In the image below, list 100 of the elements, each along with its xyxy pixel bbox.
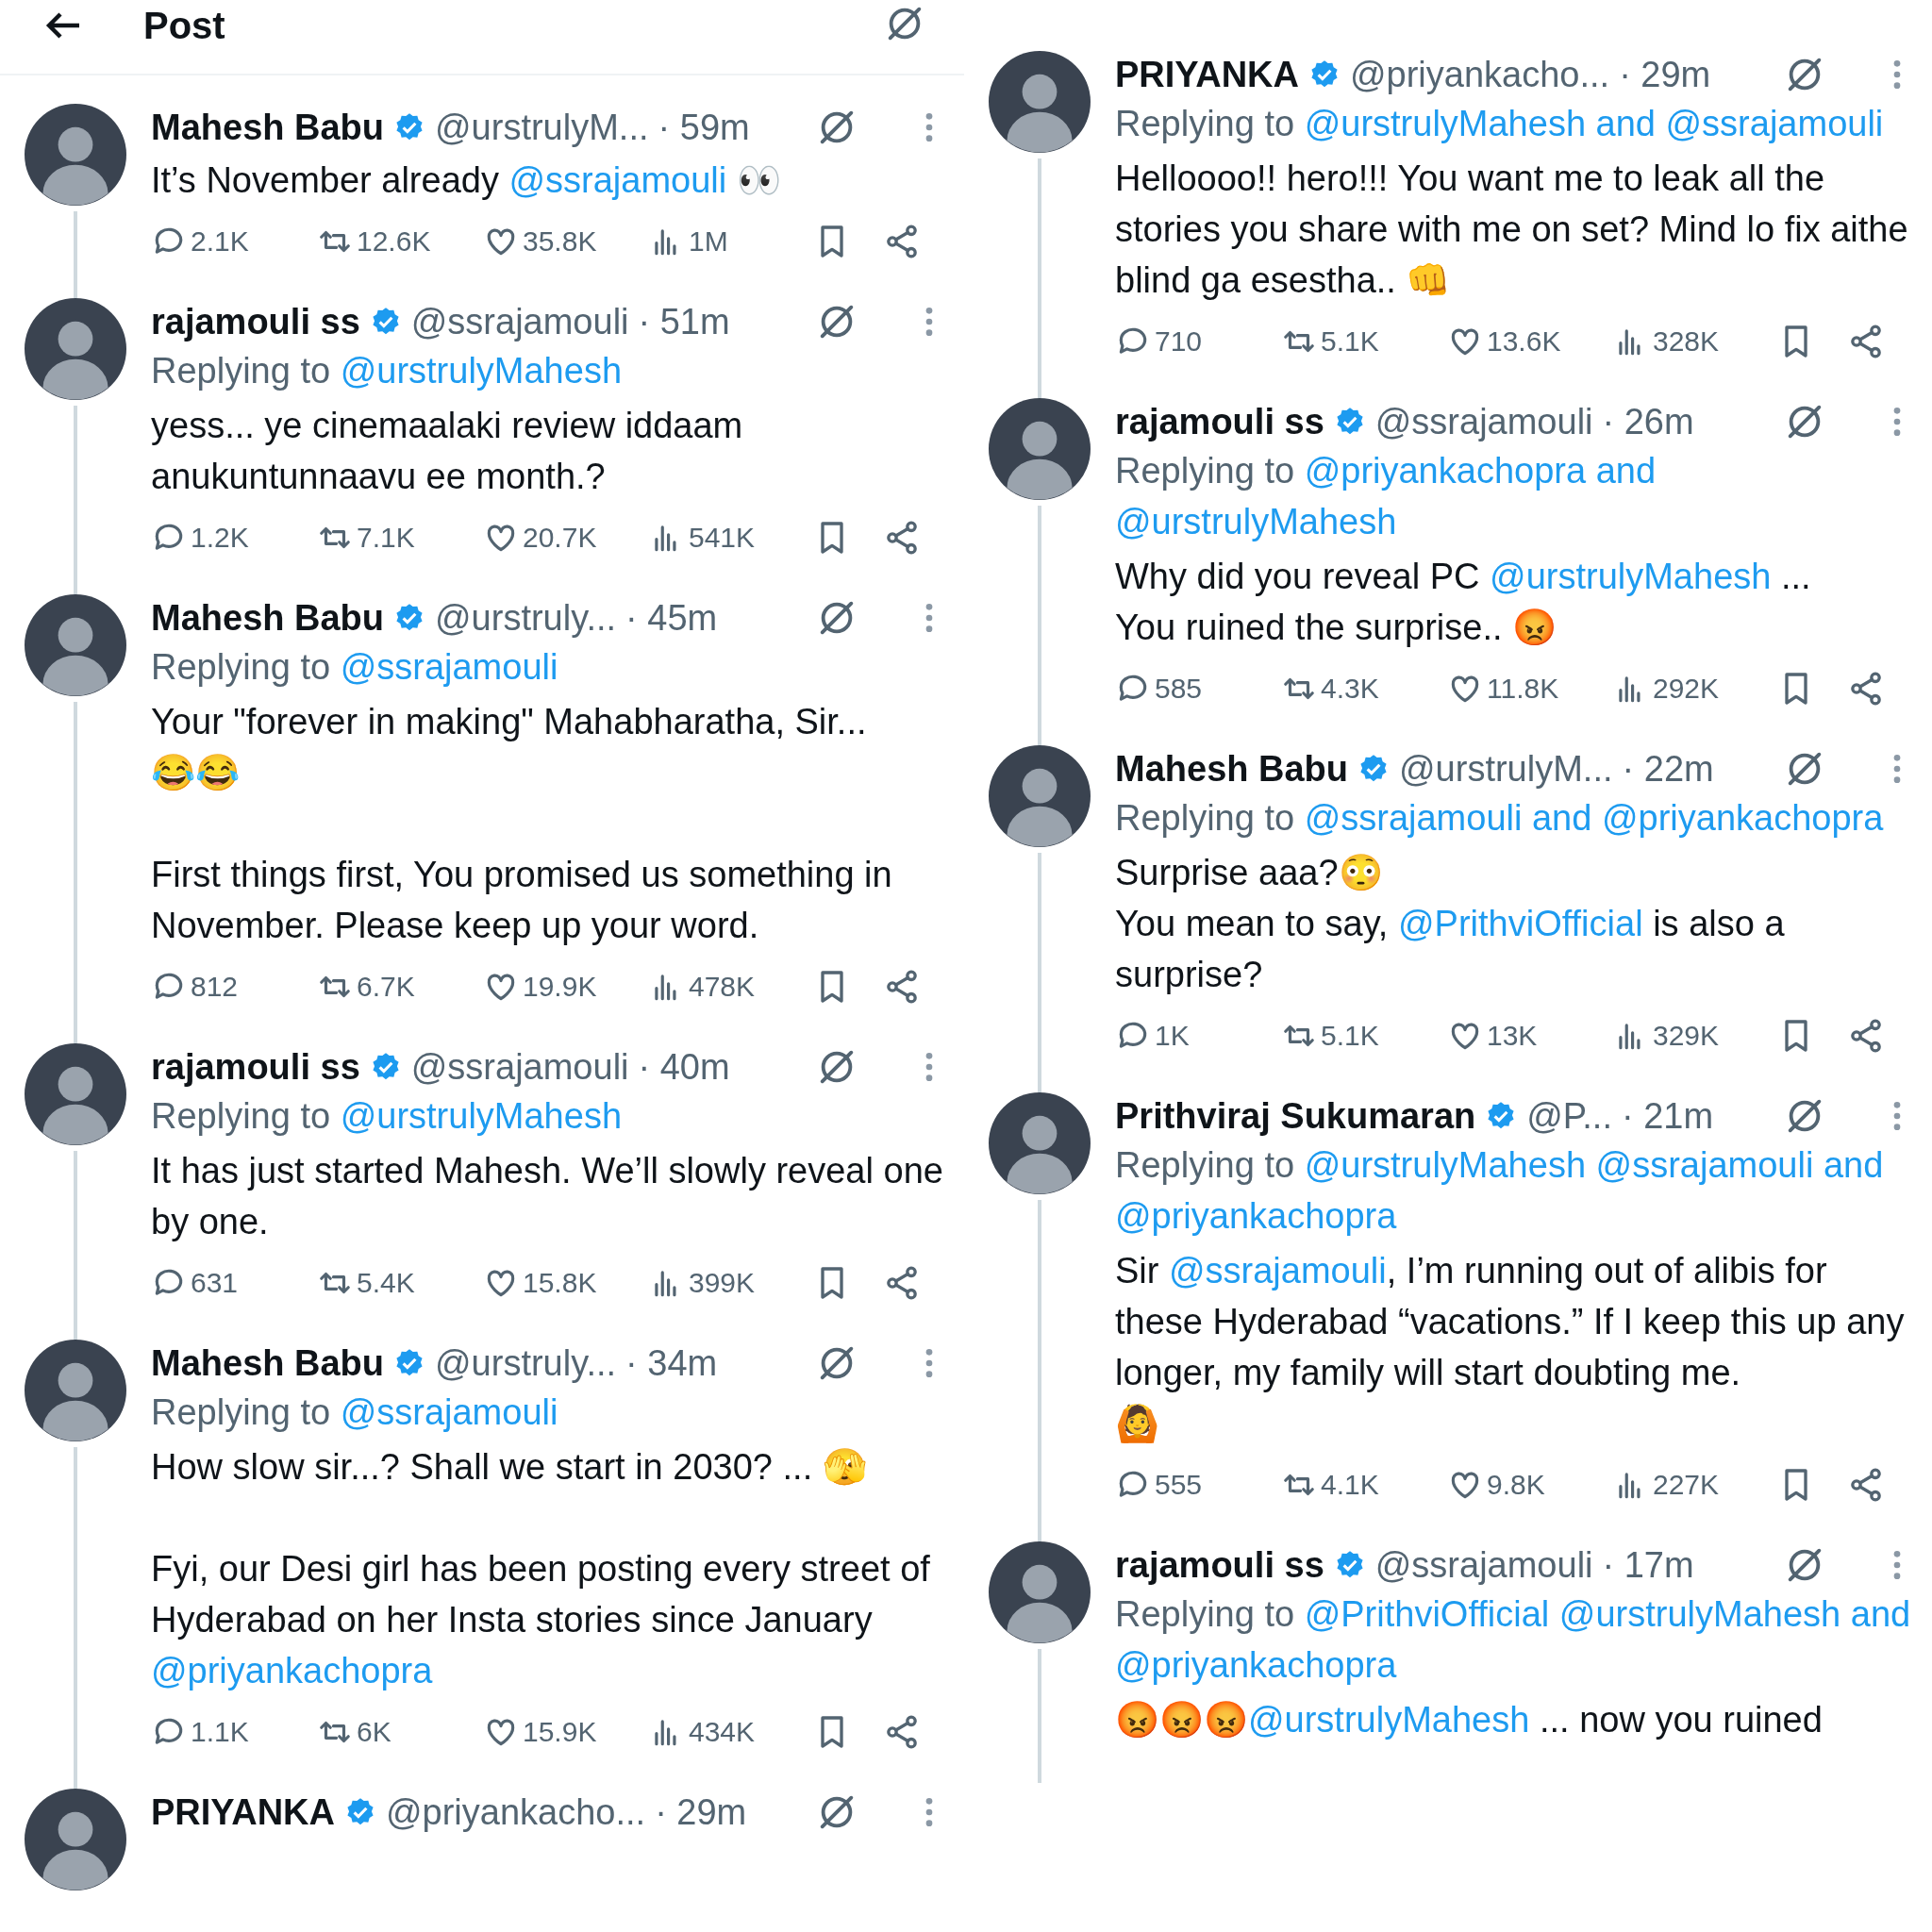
author-handle: @urstruly... [435, 1342, 617, 1385]
reply-button[interactable]: 555 [1115, 1467, 1281, 1503]
author-name[interactable]: rajamouli ss [151, 1043, 360, 1091]
author-name[interactable]: Mahesh Babu [151, 104, 385, 151]
author-handle: @urstruly... [435, 597, 617, 640]
author-name[interactable]: Mahesh Babu [151, 594, 385, 641]
author-name[interactable]: PRIYANKA [1115, 51, 1299, 98]
author-name[interactable]: rajamouli ss [151, 298, 360, 345]
post-time: · 34m [625, 1342, 718, 1385]
tweet-text: 😡😡😡@urstrulyMahesh ... now you ruined [1115, 1699, 1824, 1741]
reply-button[interactable]: 710 [1115, 324, 1281, 359]
avatar-icon[interactable] [25, 594, 126, 696]
post-time: · 40m [638, 1046, 730, 1089]
avatar-icon[interactable] [989, 1092, 1091, 1194]
views-button[interactable]: 328K [1613, 324, 1777, 359]
like-button[interactable]: 13K [1447, 1018, 1613, 1054]
avatar-icon[interactable] [989, 1541, 1091, 1643]
like-button[interactable]: 20.7K [483, 520, 649, 556]
repost-button[interactable]: 6K [317, 1714, 483, 1750]
views-button[interactable]: 399K [649, 1265, 813, 1301]
like-button[interactable]: 35.8K [483, 224, 649, 259]
reply-context: Replying to @urstrulyMahesh and @ssrajamouli [1115, 103, 1885, 145]
views-button[interactable]: 292K [1613, 671, 1777, 707]
repost-button[interactable]: 4.3K [1281, 671, 1447, 707]
reply-button[interactable]: 1.2K [151, 520, 317, 556]
like-button[interactable]: 9.8K [1447, 1467, 1613, 1503]
post-time: · 29m [1619, 54, 1711, 96]
reply-button[interactable]: 1K [1115, 1018, 1281, 1054]
views-button[interactable]: 1M [649, 224, 813, 259]
tweet-text: Fyi, our Desi girl has been posting every street of Hyderabad on her Insta stories since January @priyankachopra [151, 1548, 931, 1692]
tweet-text: Why did you reveal PC @urstrulyMahesh ... You ruined the surprise.. 😡 [1115, 556, 1812, 649]
more-icon[interactable] [1892, 406, 1902, 438]
post-time: · 22m [1622, 748, 1714, 791]
like-button[interactable]: 15.9K [483, 1714, 649, 1750]
repost-button[interactable]: 5.4K [317, 1265, 483, 1301]
repost-button[interactable]: 6.7K [317, 969, 483, 1005]
reply-context: Replying to @urstrulyMahesh [151, 1095, 623, 1138]
reply-context: Replying to @urstrulyMahesh @ssrajamouli and @priyankachopra [1115, 1144, 1885, 1238]
avatar-icon[interactable] [989, 51, 1091, 153]
reply-button[interactable]: 631 [151, 1265, 317, 1301]
more-icon[interactable] [924, 1796, 934, 1828]
more-icon[interactable] [1892, 1549, 1902, 1581]
views-button[interactable]: 329K [1613, 1018, 1777, 1054]
avatar-icon[interactable] [989, 745, 1091, 847]
author-name[interactable]: Prithviraj Sukumaran [1115, 1092, 1476, 1140]
author-handle: @priyankacho... [1350, 54, 1610, 96]
author-handle: @P... [1526, 1095, 1612, 1138]
avatar-icon[interactable] [25, 104, 126, 206]
repost-button[interactable]: 5.1K [1281, 1018, 1447, 1054]
avatar-icon[interactable] [25, 1043, 126, 1145]
views-button[interactable]: 434K [649, 1714, 813, 1750]
repost-button[interactable]: 7.1K [317, 520, 483, 556]
avatar-icon[interactable] [25, 1789, 126, 1890]
avatar-icon[interactable] [989, 398, 1091, 500]
author-handle: @priyankacho... [386, 1791, 646, 1834]
avatar-icon[interactable] [25, 298, 126, 400]
more-icon[interactable] [924, 111, 934, 143]
reply-button[interactable]: 2.1K [151, 224, 317, 259]
author-name[interactable]: rajamouli ss [1115, 1541, 1324, 1589]
more-icon[interactable] [924, 602, 934, 634]
avatar-icon[interactable] [25, 1340, 126, 1441]
tweet-text: It’s November already @ssrajamouli 👀 [151, 159, 782, 202]
more-icon[interactable] [924, 1051, 934, 1083]
tweet-text: Surprise aaa?😳 You mean to say, @PrithviOfficial is also a surprise? [1115, 852, 1786, 996]
more-icon[interactable] [1892, 58, 1902, 91]
page-title: Post [143, 4, 225, 47]
author-handle: @urstrulyM... [1399, 748, 1613, 791]
author-name[interactable]: Mahesh Babu [151, 1340, 385, 1387]
reply-context: Replying to @urstrulyMahesh [151, 350, 623, 392]
like-button[interactable]: 11.8K [1447, 671, 1613, 707]
reply-button[interactable]: 585 [1115, 671, 1281, 707]
post-time: · 29m [655, 1791, 747, 1834]
post-time: · 59m [658, 107, 750, 149]
reply-button[interactable]: 1.1K [151, 1714, 317, 1750]
more-icon[interactable] [924, 1347, 934, 1379]
like-button[interactable]: 15.8K [483, 1265, 649, 1301]
tweet-text: First things first, You promised us something in November. Please keep up your word. [151, 854, 893, 947]
like-button[interactable]: 13.6K [1447, 324, 1613, 359]
views-button[interactable]: 541K [649, 520, 813, 556]
like-button[interactable]: 19.9K [483, 969, 649, 1005]
post-time: · 51m [638, 301, 730, 343]
repost-button[interactable]: 4.1K [1281, 1467, 1447, 1503]
views-button[interactable]: 478K [649, 969, 813, 1005]
more-icon[interactable] [1892, 1100, 1902, 1132]
author-name[interactable]: PRIYANKA [151, 1789, 335, 1836]
author-name[interactable]: rajamouli ss [1115, 398, 1324, 445]
tweet-text: How slow sir...? Shall we start in 2030? ... 🫣 [151, 1446, 868, 1489]
more-icon[interactable] [1892, 753, 1902, 785]
repost-button[interactable]: 5.1K [1281, 324, 1447, 359]
reply-button[interactable]: 812 [151, 969, 317, 1005]
author-name[interactable]: Mahesh Babu [1115, 745, 1349, 792]
tweet-text: Helloooo!! hero!!! You want me to leak all the stories you share with me on set? Mind lo fix aithe blind ga esestha.. 👊 [1115, 158, 1909, 302]
more-icon[interactable] [924, 306, 934, 338]
views-button[interactable]: 227K [1613, 1467, 1777, 1503]
reply-context: Replying to @ssrajamouli [151, 1391, 559, 1434]
tweet-text: Sir @ssrajamouli, I’m running out of alibis for these Hyderabad “vacations.” If I keep this up any longer, my family will start doubting me. 🙆 [1115, 1250, 1906, 1445]
reply-context: Replying to @PrithviOfficial @urstrulyMahesh and @priyankachopra [1115, 1593, 1912, 1687]
repost-button[interactable]: 12.6K [317, 224, 483, 259]
author-handle: @ssrajamouli [1374, 1544, 1593, 1587]
post-time: · 26m [1602, 401, 1694, 443]
